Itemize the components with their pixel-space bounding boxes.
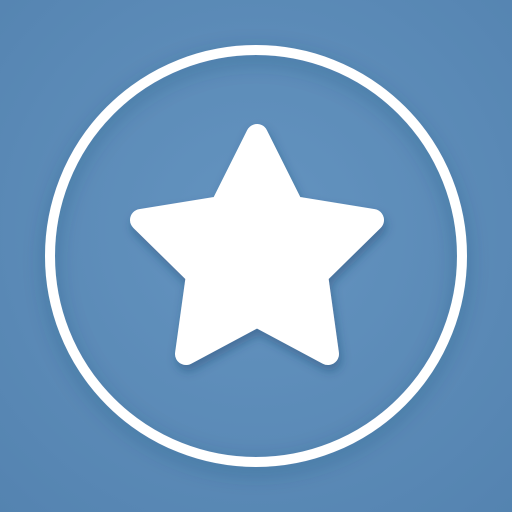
app-icon-graphic — [0, 0, 512, 512]
app-icon — [0, 0, 512, 512]
